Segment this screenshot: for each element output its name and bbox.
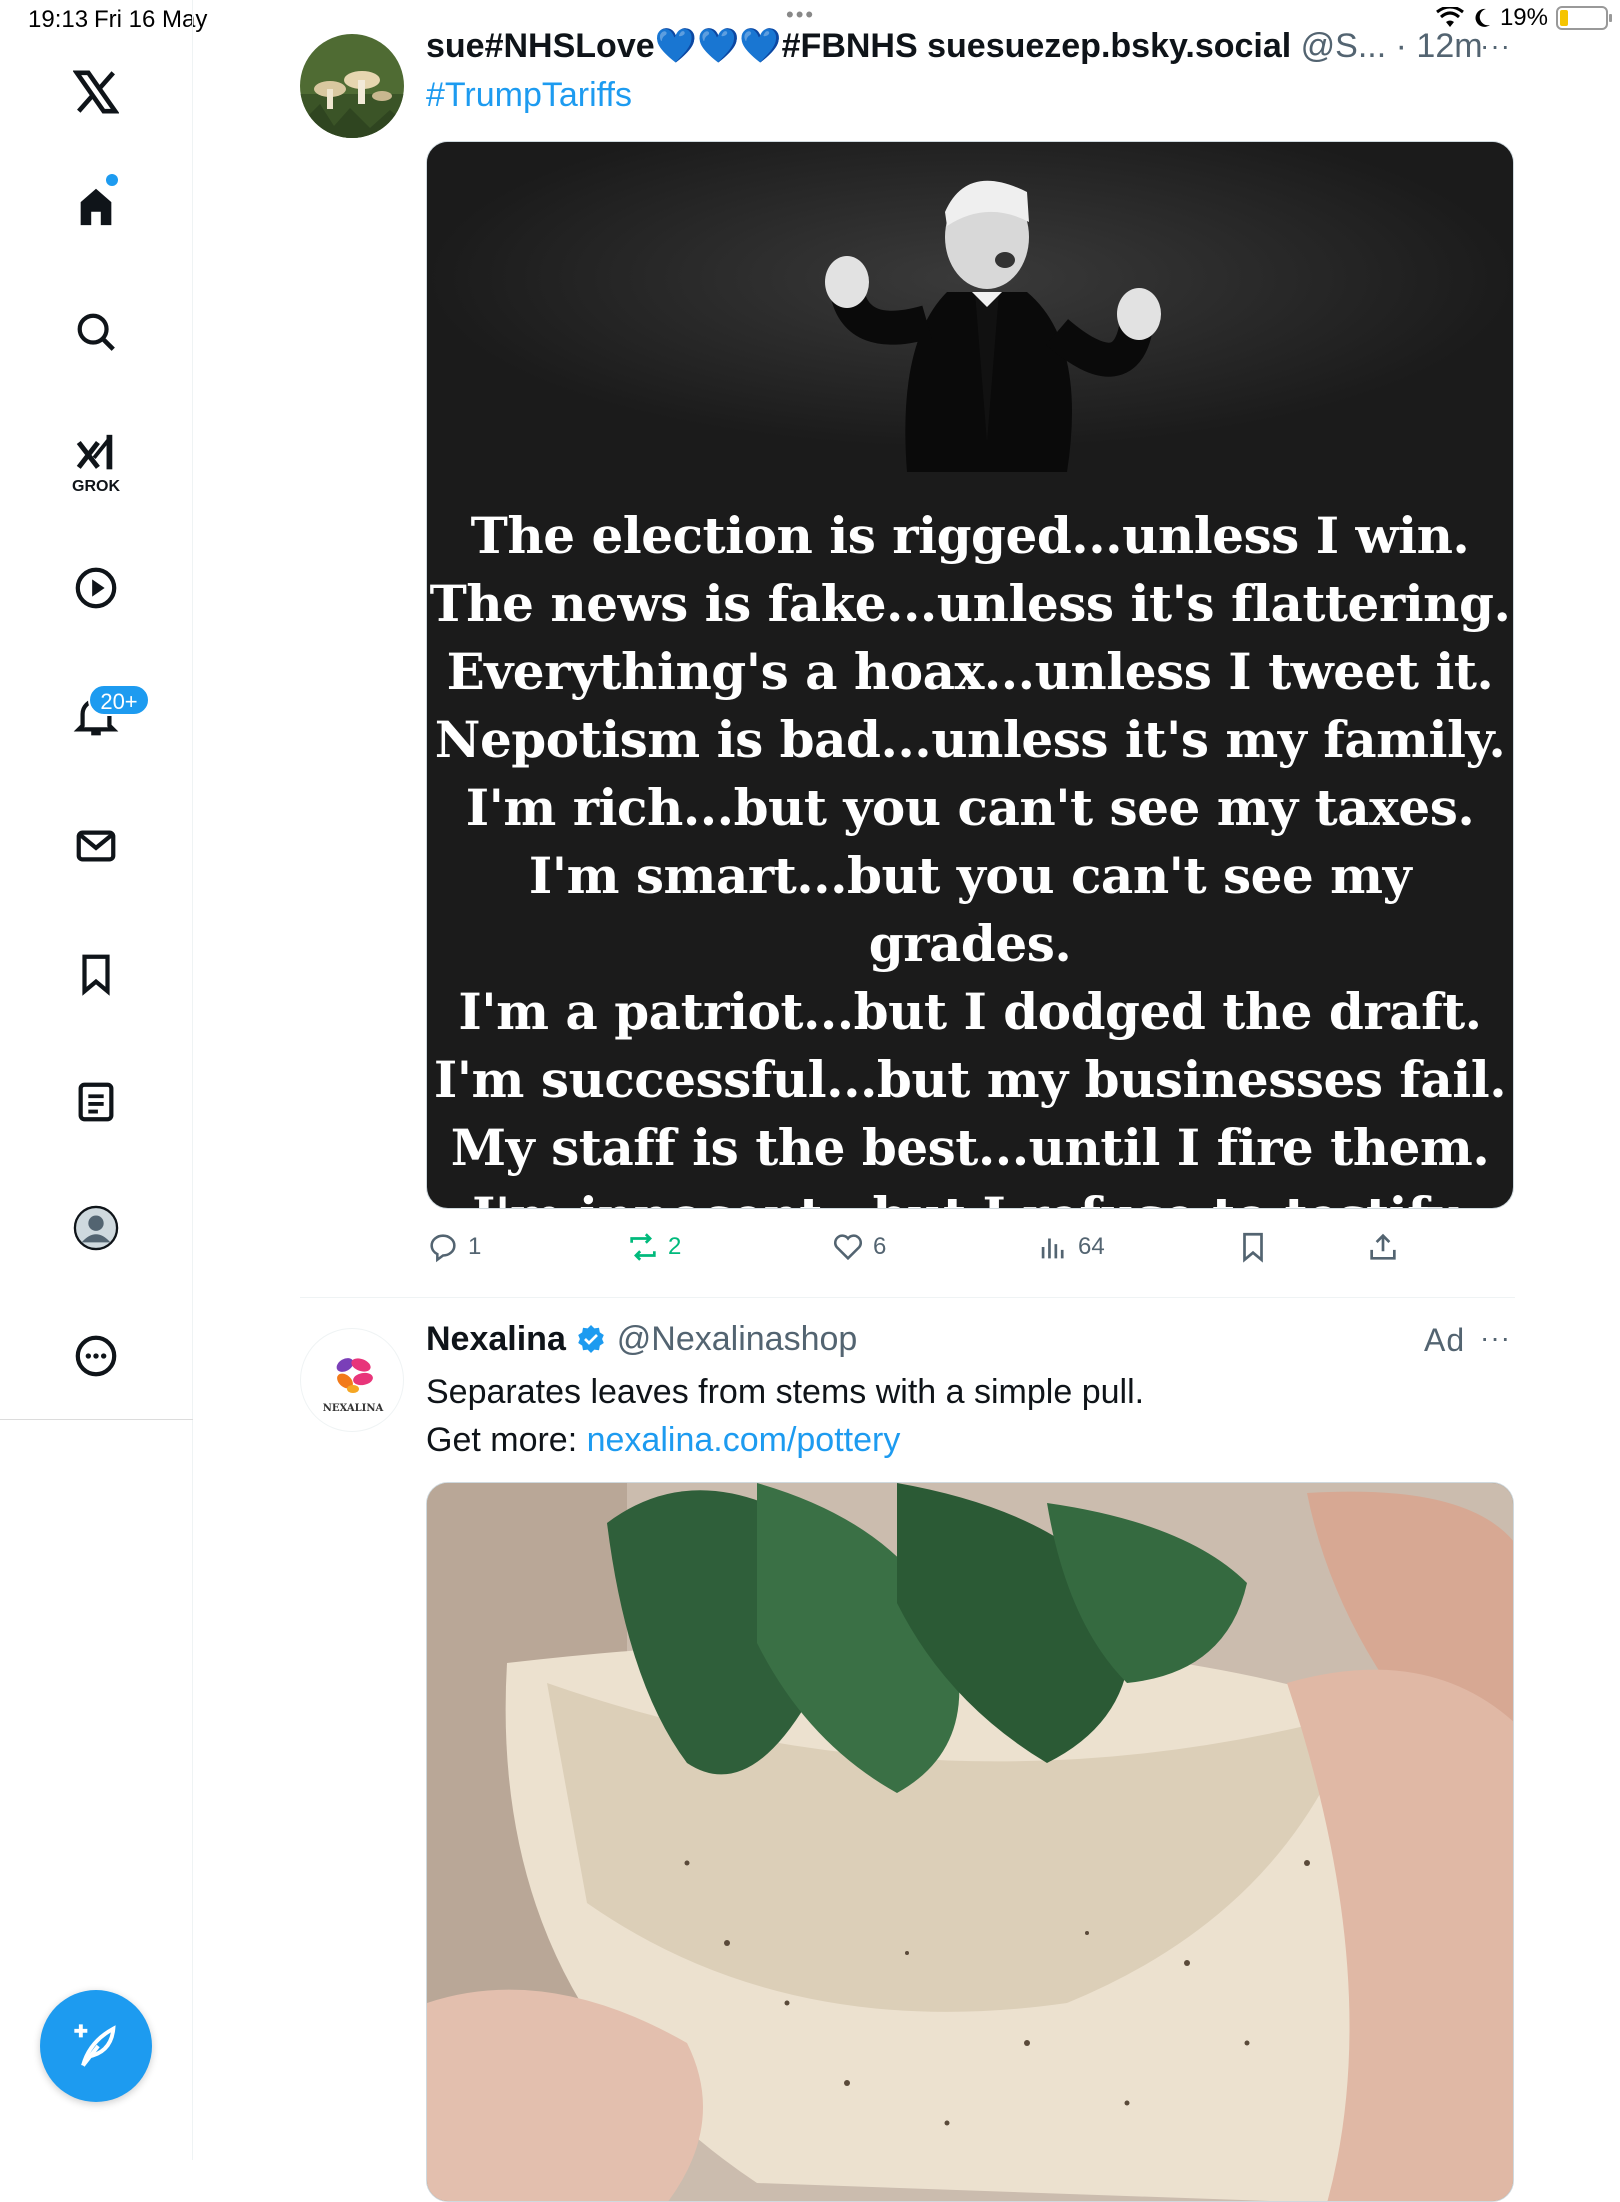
- sidebar-item-search[interactable]: [68, 304, 124, 360]
- quote-line: I'm rich...but you can't see my taxes.: [465, 778, 1475, 837]
- quote-line: The election is rigged...unless I win.: [470, 506, 1470, 565]
- ad-post-header: Nexalina @Nexalinashop: [426, 1320, 857, 1359]
- compose-icon: [74, 2024, 116, 2067]
- profile-icon: [73, 1205, 119, 1251]
- post-actions: 1 2 6 64: [426, 1230, 1426, 1270]
- speaker-figure: [427, 142, 1513, 482]
- ad-label: Ad: [1424, 1322, 1466, 1358]
- post-image[interactable]: The election is rigged...unless I win. T…: [426, 141, 1514, 1209]
- post[interactable]: sue#NHSLove💙💙💙#FBNHS suesuezep.bsky.soci…: [300, 0, 1515, 1297]
- heart-icon: [833, 1234, 863, 1261]
- handle[interactable]: @Nexalinashop: [617, 1320, 858, 1358]
- sidebar-item-profile[interactable]: [68, 1200, 124, 1256]
- ad-video-frame: [427, 1483, 1513, 2201]
- link-prefix: Get more:: [426, 1421, 587, 1459]
- quote-line: Everything's a hoax...unless I tweet it.: [446, 642, 1494, 701]
- hashtag-link[interactable]: #TrumpTariffs: [426, 76, 632, 115]
- ad-text: Separates leaves from stems with a simpl…: [426, 1373, 1145, 1411]
- sidebar-item-messages[interactable]: [68, 818, 124, 874]
- list-icon: [78, 1082, 114, 1122]
- search-icon: [77, 313, 115, 351]
- quote-line: My staff is the best...until I fire them…: [450, 1118, 1490, 1177]
- repost-icon: [630, 1233, 656, 1261]
- ad-video[interactable]: [426, 1482, 1514, 2202]
- play-icon: [75, 567, 117, 609]
- sidebar: GROK 20+: [0, 0, 193, 2160]
- quote-line: I'm innocent...but I refuse to testify.: [427, 1182, 1513, 1208]
- notification-badge: 20+: [88, 684, 150, 716]
- verified-badge-icon: [578, 1325, 605, 1353]
- bookmark-icon: [82, 954, 110, 996]
- display-name[interactable]: Nexalina: [426, 1320, 566, 1358]
- battery-icon: [1556, 6, 1612, 30]
- reply-icon: [430, 1234, 456, 1263]
- quote-line: I'm smart...but you can't see my grades.: [528, 846, 1412, 973]
- ad-post[interactable]: NEXALINA Nexalina @Nexalinashop Ad ··· S…: [300, 1298, 1515, 2202]
- ad-link-line: Get more: nexalina.com/pottery: [426, 1416, 900, 1464]
- handle[interactable]: @S...: [1301, 27, 1387, 65]
- x-logo-icon[interactable]: [68, 64, 124, 120]
- share-button[interactable]: [1366, 1230, 1400, 1264]
- sidebar-item-lists[interactable]: [68, 1074, 124, 1130]
- quote-line: The news is fake...unless it's flatterin…: [429, 574, 1511, 633]
- more-icon: [75, 1335, 117, 1377]
- views-button[interactable]: 64: [1036, 1230, 1105, 1264]
- sidebar-item-grok[interactable]: [68, 426, 124, 482]
- reply-button[interactable]: 1: [426, 1230, 481, 1264]
- compose-button[interactable]: [40, 1990, 152, 2102]
- share-icon: [1370, 1233, 1396, 1260]
- home-unread-dot: [106, 174, 118, 186]
- like-button[interactable]: 6: [831, 1230, 886, 1264]
- ad-link[interactable]: nexalina.com/pottery: [587, 1421, 901, 1459]
- more-options-icon[interactable]: ···: [1480, 30, 1511, 62]
- more-options-icon[interactable]: ···: [1480, 1322, 1511, 1354]
- quote-line: I'm a patriot...but I dodged the draft.: [458, 982, 1482, 1041]
- view-count: 64: [1078, 1233, 1105, 1260]
- like-count: 6: [873, 1233, 887, 1260]
- sidebar-item-video[interactable]: [68, 560, 124, 616]
- sidebar-item-bookmarks[interactable]: [68, 946, 124, 1002]
- repost-button[interactable]: 2: [626, 1230, 681, 1264]
- avatar[interactable]: [300, 34, 404, 138]
- bookmark-icon: [1243, 1232, 1263, 1263]
- home-icon: [80, 188, 112, 226]
- sidebar-divider: [0, 1419, 193, 1420]
- reply-count: 1: [468, 1233, 482, 1260]
- grok-label: GROK: [72, 478, 120, 495]
- post-header: sue#NHSLove💙💙💙#FBNHS suesuezep.bsky.soci…: [426, 26, 1483, 66]
- image-quote-text: The election is rigged...unless I win. T…: [427, 502, 1513, 1208]
- mail-icon: [76, 830, 116, 862]
- display-name[interactable]: sue#NHSLove💙💙💙#FBNHS suesuezep.bsky.soci…: [426, 27, 1291, 65]
- quote-line: Nepotism is bad...unless it's my family.: [434, 710, 1506, 769]
- timestamp[interactable]: · 12m: [1396, 27, 1483, 65]
- advertiser-logo-text: NEXALINA: [322, 1403, 384, 1414]
- sidebar-item-home[interactable]: [68, 178, 124, 234]
- sidebar-item-more[interactable]: [68, 1328, 124, 1384]
- quote-line: I'm successful...but my businesses fail.: [433, 1050, 1507, 1109]
- advertiser-avatar[interactable]: NEXALINA: [300, 1328, 404, 1432]
- repost-count: 2: [668, 1233, 682, 1260]
- views-icon: [1041, 1238, 1064, 1259]
- grok-icon: [76, 434, 113, 470]
- bookmark-button[interactable]: [1236, 1230, 1270, 1264]
